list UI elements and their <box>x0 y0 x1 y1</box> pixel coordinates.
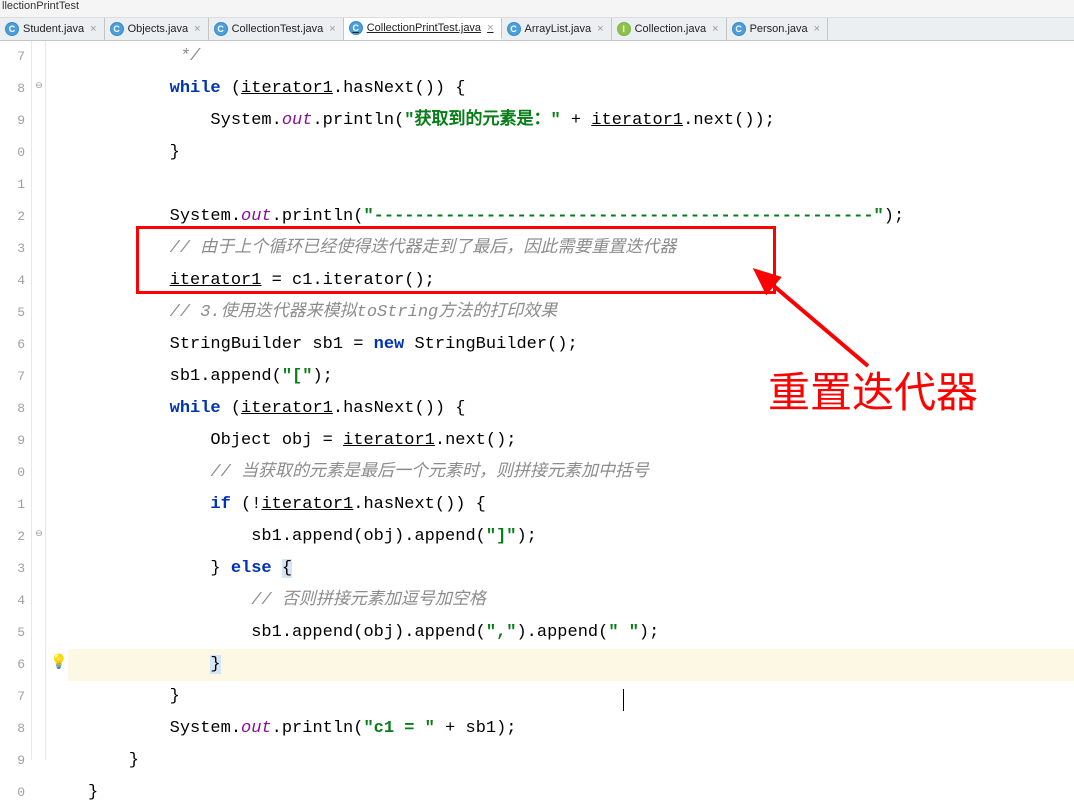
code-line: Object obj = iterator1.next(); <box>68 425 1074 457</box>
close-icon[interactable]: × <box>812 23 822 35</box>
line-num: 5 <box>0 297 25 329</box>
tab-arraylist[interactable]: C ArrayList.java × <box>502 18 612 40</box>
intention-bulb-icon[interactable]: 💡 <box>50 654 67 671</box>
close-icon[interactable]: × <box>595 23 605 35</box>
line-num: 9 <box>0 745 25 777</box>
line-num: 7 <box>0 681 25 713</box>
line-num: 6 <box>0 649 25 681</box>
tab-label: Person.java <box>750 23 808 35</box>
line-num: 0 <box>0 457 25 489</box>
code-line: System.out.println("获取到的元素是：" + iterator… <box>68 105 1074 137</box>
text-cursor <box>623 689 624 711</box>
line-num: 8 <box>0 393 25 425</box>
tab-collectiontest[interactable]: C CollectionTest.java × <box>209 18 344 40</box>
tab-student[interactable]: C Student.java × <box>0 18 105 40</box>
class-icon: C <box>214 22 228 36</box>
code-line: } <box>68 681 1074 713</box>
line-num: 9 <box>0 425 25 457</box>
code-line: if (!iterator1.hasNext()) { <box>68 489 1074 521</box>
code-line: // 当获取的元素是最后一个元素时，则拼接元素加中括号 <box>68 457 1074 489</box>
code-line: while (iterator1.hasNext()) { <box>68 73 1074 105</box>
code-line <box>68 169 1074 201</box>
close-icon[interactable]: × <box>485 22 495 34</box>
line-num: 4 <box>0 265 25 297</box>
line-numbers: 7 8 9 0 1 2 3 4 5 6 7 8 9 0 1 2 3 4 5 6 … <box>0 41 32 760</box>
line-num: 4 <box>0 585 25 617</box>
tab-person[interactable]: C Person.java × <box>727 18 829 40</box>
code-line: */ <box>68 41 1074 73</box>
line-num: 0 <box>0 137 25 169</box>
line-num: 1 <box>0 489 25 521</box>
code-line: System.out.println("--------------------… <box>68 201 1074 233</box>
tab-label: ArrayList.java <box>525 23 592 35</box>
close-icon[interactable]: × <box>327 23 337 35</box>
code-line: sb1.append(obj).append(",").append(" "); <box>68 617 1074 649</box>
line-num: 8 <box>0 73 25 105</box>
line-num: 7 <box>0 41 25 73</box>
tab-label: Student.java <box>23 23 84 35</box>
tab-objects[interactable]: C Objects.java × <box>105 18 209 40</box>
line-num: 0 <box>0 777 25 809</box>
close-icon[interactable]: × <box>710 23 720 35</box>
line-num: 8 <box>0 713 25 745</box>
code-line: } <box>68 777 1074 809</box>
code-line: } <box>68 745 1074 777</box>
close-icon[interactable]: × <box>192 23 202 35</box>
close-icon[interactable]: × <box>88 23 98 35</box>
class-icon: C <box>349 21 363 35</box>
line-num: 5 <box>0 617 25 649</box>
intention-column: 💡 <box>46 41 68 760</box>
fold-column: ⊖ ⊖ <box>32 41 46 760</box>
tab-label: CollectionTest.java <box>232 23 324 35</box>
code-line: StringBuilder sb1 = new StringBuilder(); <box>68 329 1074 361</box>
code-line: } <box>68 649 1074 681</box>
class-icon: C <box>732 22 746 36</box>
line-num: 7 <box>0 361 25 393</box>
code-line: // 3.使用迭代器来模拟toString方法的打印效果 <box>68 297 1074 329</box>
fold-icon[interactable]: ⊖ <box>34 529 44 539</box>
fold-icon[interactable]: ⊖ <box>34 81 44 91</box>
line-num: 2 <box>0 521 25 553</box>
code-line: System.out.println("c1 = " + sb1); <box>68 713 1074 745</box>
code-line: // 由于上个循环已经使得迭代器走到了最后，因此需要重置迭代器 <box>68 233 1074 265</box>
window-title: llectionPrintTest <box>0 0 1074 18</box>
line-num: 6 <box>0 329 25 361</box>
editor-area: 7 8 9 0 1 2 3 4 5 6 7 8 9 0 1 2 3 4 5 6 … <box>0 41 1074 760</box>
tab-label: Collection.java <box>635 23 707 35</box>
class-icon: C <box>5 22 19 36</box>
line-num: 3 <box>0 553 25 585</box>
tab-label: Objects.java <box>128 23 189 35</box>
tab-label: CollectionPrintTest.java <box>367 22 481 34</box>
interface-icon: I <box>617 22 631 36</box>
code-line: sb1.append(obj).append("]"); <box>68 521 1074 553</box>
class-icon: C <box>507 22 521 36</box>
tab-collection[interactable]: I Collection.java × <box>612 18 727 40</box>
code-line: } <box>68 137 1074 169</box>
code-line: iterator1 = c1.iterator(); <box>68 265 1074 297</box>
code-line: } else { <box>68 553 1074 585</box>
line-num: 3 <box>0 233 25 265</box>
code-area[interactable]: */ while (iterator1.hasNext()) { System.… <box>68 41 1074 760</box>
class-icon: C <box>110 22 124 36</box>
editor-tabs: C Student.java × C Objects.java × C Coll… <box>0 18 1074 41</box>
annotation-text: 重置迭代器 <box>768 359 978 420</box>
line-num: 2 <box>0 201 25 233</box>
code-line: // 否则拼接元素加逗号加空格 <box>68 585 1074 617</box>
line-num: 9 <box>0 105 25 137</box>
tab-collectionprinttest[interactable]: C CollectionPrintTest.java × <box>344 18 502 40</box>
line-num: 1 <box>0 169 25 201</box>
